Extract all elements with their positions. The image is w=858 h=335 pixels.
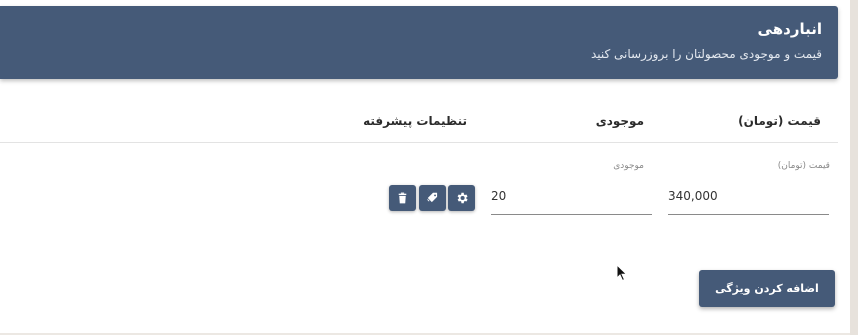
header-divider <box>0 142 838 143</box>
page: انباردهی قیمت و موجودی محصولتان را بروزر… <box>0 0 850 333</box>
window-edge <box>850 0 858 335</box>
stock-field-label: موجودی <box>613 161 644 171</box>
price-field-label: قیمت (تومان) <box>777 161 830 171</box>
column-header-price: قیمت (تومان) <box>738 114 821 128</box>
stock-input[interactable] <box>491 178 652 215</box>
add-feature-button[interactable]: اضافه کردن ویژگی <box>699 270 835 307</box>
settings-button[interactable] <box>448 185 475 211</box>
column-header-advanced: تنظیمات پیشرفته <box>363 114 467 128</box>
gear-icon <box>457 192 468 204</box>
price-input[interactable] <box>668 178 829 215</box>
mouse-cursor-icon <box>616 264 628 282</box>
page-title: انباردهی <box>757 20 822 38</box>
column-header-stock: موجودی <box>595 114 644 128</box>
trash-icon <box>398 192 407 204</box>
page-subtitle: قیمت و موجودی محصولتان را بروزرسانی کنید <box>590 47 822 61</box>
tag-icon <box>426 192 437 203</box>
page-header: انباردهی قیمت و موجودی محصولتان را بروزر… <box>0 6 838 79</box>
delete-button[interactable] <box>389 185 416 211</box>
tag-button[interactable] <box>419 185 446 211</box>
